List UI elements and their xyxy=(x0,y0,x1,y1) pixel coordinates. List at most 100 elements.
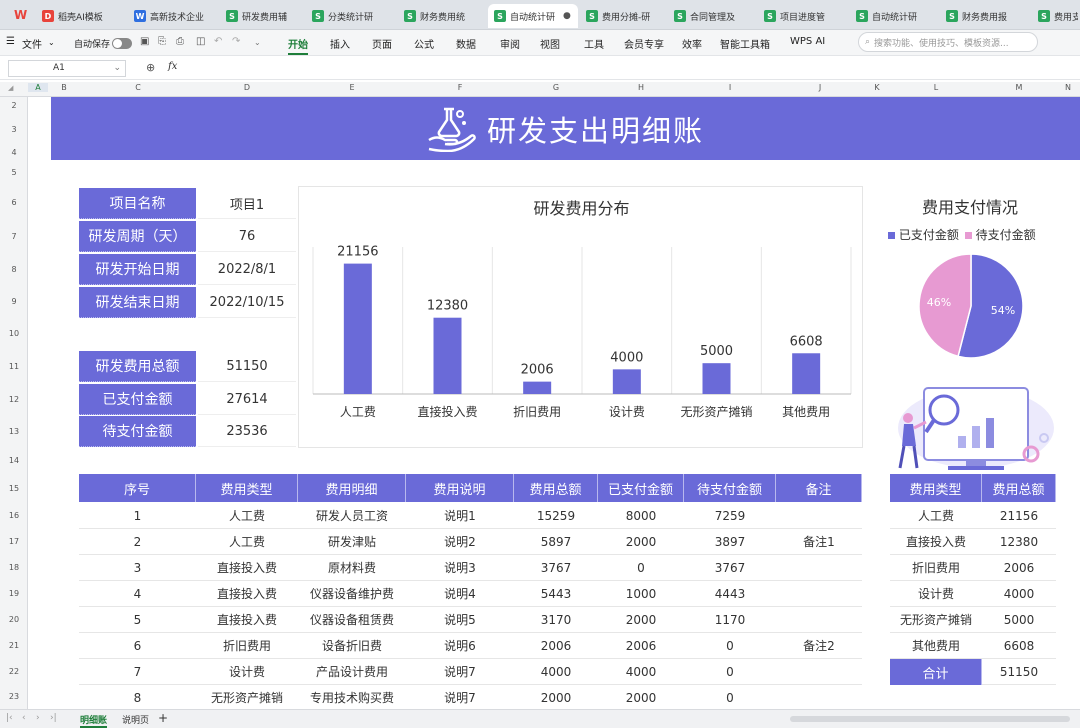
summary-cell[interactable]: 5000 xyxy=(982,607,1056,633)
row-header[interactable]: 6 xyxy=(0,198,28,207)
row-header[interactable]: 21 xyxy=(0,641,28,650)
table-cell[interactable] xyxy=(776,659,862,685)
prev-sheet-icon[interactable]: ‹ xyxy=(22,713,26,723)
column-header[interactable]: L xyxy=(890,83,982,92)
table-cell[interactable]: 说明6 xyxy=(406,633,514,659)
table-cell[interactable]: 仪器设备维护费 xyxy=(298,581,406,607)
table-cell[interactable]: 专用技术购买费 xyxy=(298,685,406,711)
menu-tab[interactable]: WPS AI xyxy=(790,36,825,47)
row-header[interactable]: 3 xyxy=(0,125,28,134)
row-header[interactable]: 10 xyxy=(0,329,28,338)
table-header[interactable]: 费用说明 xyxy=(406,474,514,502)
row-header[interactable]: 14 xyxy=(0,456,28,465)
autosave-toggle[interactable] xyxy=(112,38,132,49)
column-header[interactable]: G xyxy=(514,83,598,92)
table-cell[interactable]: 3 xyxy=(79,555,196,581)
zoom-icon[interactable]: ⊕ xyxy=(146,61,155,74)
table-header[interactable]: 序号 xyxy=(79,474,196,502)
menu-tab[interactable]: 智能工具箱 xyxy=(720,36,770,51)
menu-tab[interactable]: 会员专享 xyxy=(624,36,664,51)
table-cell[interactable]: 说明5 xyxy=(406,607,514,633)
row-header[interactable]: 17 xyxy=(0,537,28,546)
summary-cell[interactable]: 直接投入费 xyxy=(890,529,982,555)
table-cell[interactable]: 2006 xyxy=(598,633,684,659)
table-cell[interactable] xyxy=(776,607,862,633)
doc-tab[interactable]: S 项目进度管 xyxy=(758,4,848,28)
table-cell[interactable]: 8 xyxy=(79,685,196,711)
table-cell[interactable]: 设计费 xyxy=(196,659,298,685)
summary-cell[interactable]: 4000 xyxy=(982,581,1056,607)
fx-icon[interactable]: fx xyxy=(168,61,177,72)
table-cell[interactable]: 2006 xyxy=(514,633,598,659)
table-header[interactable]: 费用总额 xyxy=(514,474,598,502)
table-cell[interactable]: 说明4 xyxy=(406,581,514,607)
summary-cell[interactable]: 无形资产摊销 xyxy=(890,607,982,633)
column-header[interactable]: A xyxy=(28,83,48,92)
doc-tab[interactable]: S 合同管理及 xyxy=(668,4,756,28)
row-header[interactable]: 23 xyxy=(0,692,28,701)
sheet-tab-notes[interactable]: 说明页 xyxy=(122,713,149,726)
table-cell[interactable]: 研发津贴 xyxy=(298,529,406,555)
row-header[interactable]: 4 xyxy=(0,148,28,157)
menu-tab[interactable]: 效率 xyxy=(682,36,702,51)
table-header[interactable]: 费用明细 xyxy=(298,474,406,502)
table-cell[interactable]: 人工费 xyxy=(196,503,298,529)
bar[interactable] xyxy=(612,369,641,394)
table-cell[interactable]: 1000 xyxy=(598,581,684,607)
table-cell[interactable]: 7 xyxy=(79,659,196,685)
table-cell[interactable]: 折旧费用 xyxy=(196,633,298,659)
column-header[interactable]: H xyxy=(598,83,684,92)
table-cell[interactable]: 6 xyxy=(79,633,196,659)
table-cell[interactable]: 说明7 xyxy=(406,659,514,685)
last-sheet-icon[interactable]: ›| xyxy=(50,713,57,723)
column-header[interactable]: M xyxy=(982,83,1056,92)
table-cell[interactable]: 3767 xyxy=(684,555,776,581)
table-cell[interactable]: 直接投入费 xyxy=(196,607,298,633)
column-header[interactable]: B xyxy=(48,83,80,92)
table-cell[interactable]: 人工费 xyxy=(196,529,298,555)
table-cell[interactable]: 直接投入费 xyxy=(196,581,298,607)
table-cell[interactable]: 备注1 xyxy=(776,529,862,555)
table-cell[interactable]: 仪器设备租赁费 xyxy=(298,607,406,633)
sheet-tab-detail[interactable]: 明细账 xyxy=(80,713,108,728)
doc-tab[interactable]: S 费用支出 xyxy=(1032,4,1078,28)
table-header[interactable]: 已支付金额 xyxy=(598,474,684,502)
menu-tab[interactable]: 开始 xyxy=(288,36,308,55)
table-cell[interactable]: 1170 xyxy=(684,607,776,633)
summary-cell[interactable]: 人工费 xyxy=(890,503,982,529)
row-header[interactable]: 7 xyxy=(0,232,28,241)
table-cell[interactable]: 3767 xyxy=(514,555,598,581)
row-header[interactable]: 20 xyxy=(0,615,28,624)
table-cell[interactable]: 备注2 xyxy=(776,633,862,659)
doc-tab[interactable]: S 财务费用统 xyxy=(398,4,486,28)
search-box[interactable]: ⌕ 搜索功能、使用技巧、模板资源... xyxy=(858,32,1038,52)
row-header[interactable]: 5 xyxy=(0,168,28,177)
menu-tab[interactable]: 插入 xyxy=(330,36,350,51)
column-header[interactable]: K xyxy=(864,83,890,92)
summary-cell[interactable]: 设计费 xyxy=(890,581,982,607)
next-sheet-icon[interactable]: › xyxy=(36,713,40,723)
dropdown-chevron-icon[interactable]: ⌄ xyxy=(48,38,55,47)
table-header[interactable]: 待支付金额 xyxy=(684,474,776,502)
column-header[interactable]: D xyxy=(196,83,298,92)
table-cell[interactable]: 4 xyxy=(79,581,196,607)
summary-cell[interactable]: 2006 xyxy=(982,555,1056,581)
table-cell[interactable] xyxy=(776,581,862,607)
doc-tab[interactable]: S 财务费用报 xyxy=(940,4,1030,28)
table-cell[interactable]: 0 xyxy=(684,659,776,685)
table-cell[interactable]: 2000 xyxy=(598,685,684,711)
bar[interactable] xyxy=(433,317,462,394)
wps-logo-icon[interactable]: W xyxy=(14,8,30,22)
add-sheet-icon[interactable]: + xyxy=(158,711,168,725)
row-header[interactable]: 2 xyxy=(0,101,28,110)
menu-tab[interactable]: 审阅 xyxy=(500,36,520,51)
menu-tab[interactable]: 视图 xyxy=(540,36,560,51)
print-icon[interactable]: ⎙ xyxy=(176,36,184,47)
column-header[interactable]: F xyxy=(406,83,514,92)
table-cell[interactable]: 2 xyxy=(79,529,196,555)
table-cell[interactable]: 4000 xyxy=(598,659,684,685)
table-cell[interactable]: 2000 xyxy=(514,685,598,711)
table-cell[interactable]: 3170 xyxy=(514,607,598,633)
select-all-corner[interactable]: ◢ xyxy=(8,84,13,92)
table-cell[interactable]: 15259 xyxy=(514,503,598,529)
